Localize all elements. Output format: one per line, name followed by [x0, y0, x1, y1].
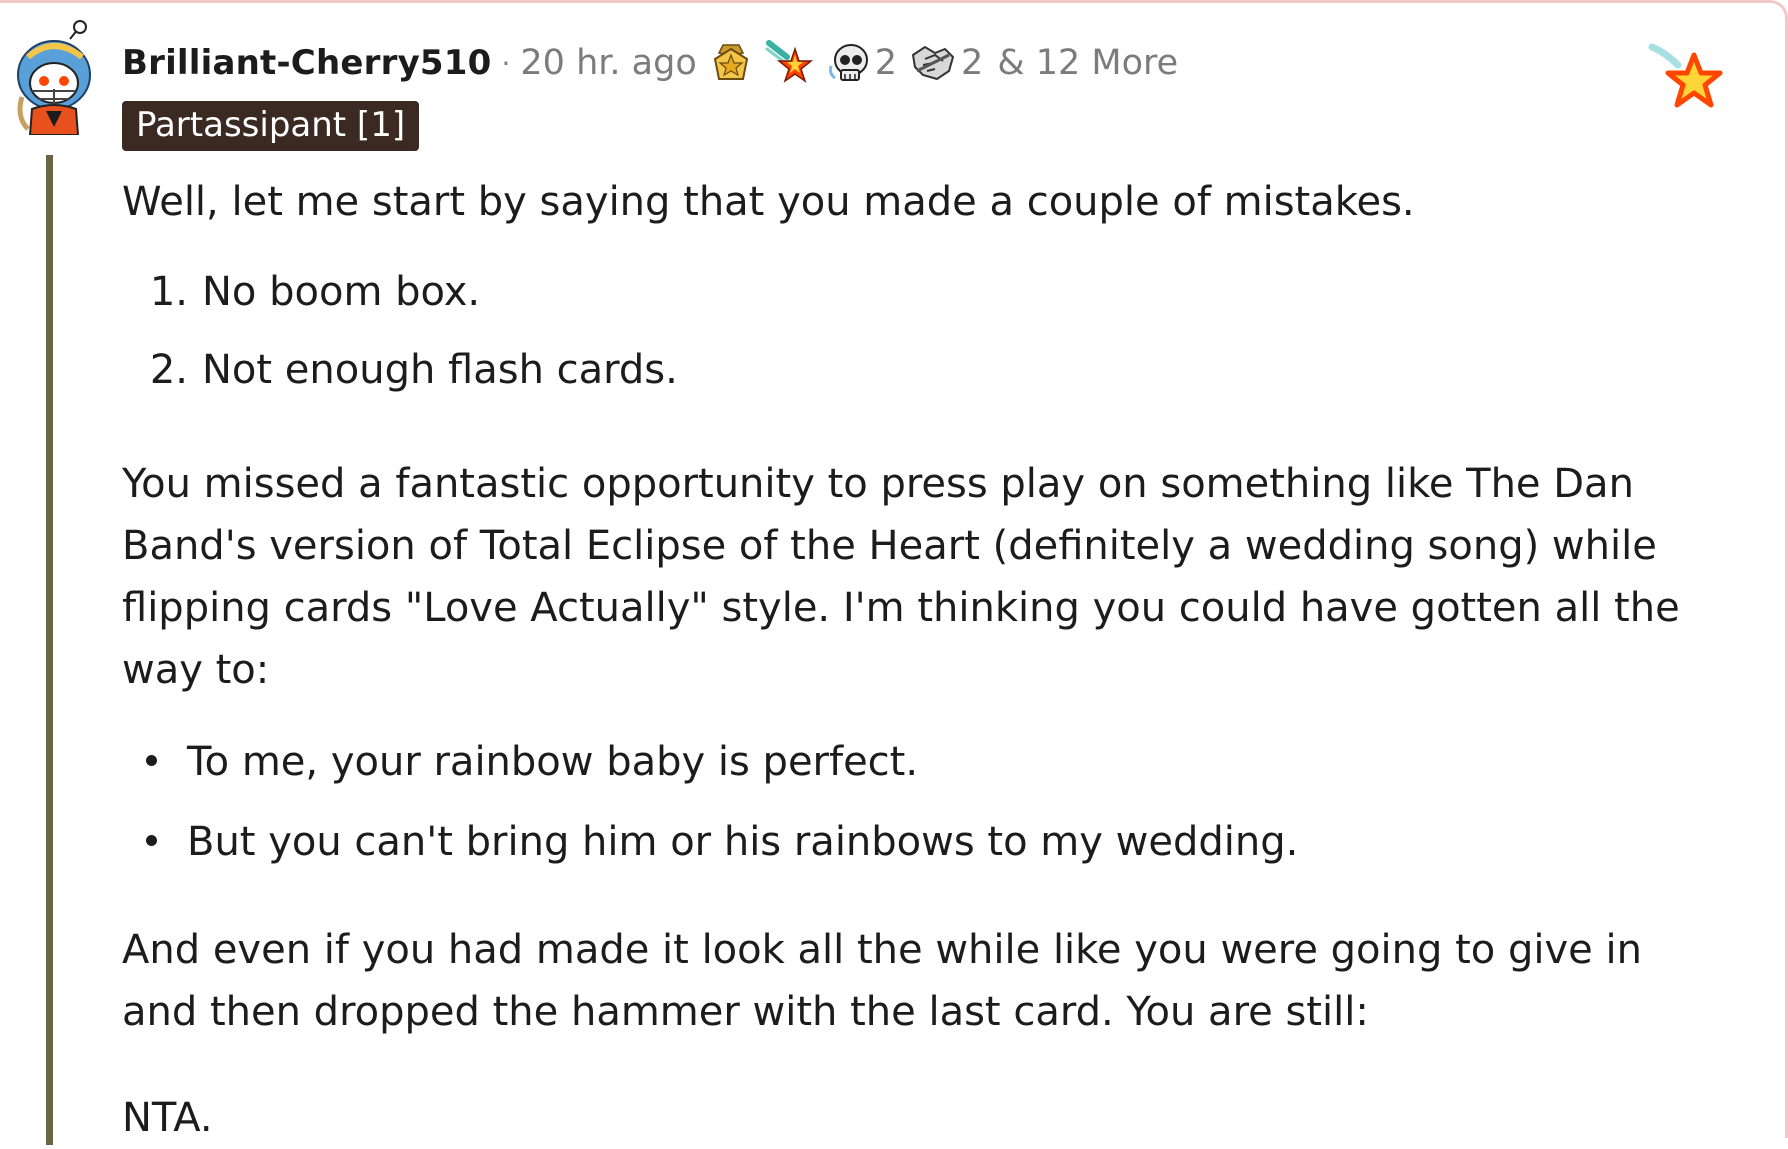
bullet-icon — [146, 754, 157, 766]
comment-header: Brilliant-Cherry510 · 20 hr. ago 2 2 & 1… — [122, 33, 1178, 93]
list-item-text: But you can't bring him or his rainbows … — [187, 819, 1299, 865]
ordered-list: 1. No boom box. 2. Not enough flash cards. — [122, 261, 678, 417]
verdict-text: NTA. — [122, 1095, 213, 1141]
give-award-button[interactable] — [1648, 43, 1728, 115]
comment-card: Brilliant-Cherry510 · 20 hr. ago 2 2 & 1… — [0, 0, 1788, 1145]
list-number: 1. — [149, 269, 188, 315]
comment-timestamp[interactable]: 20 hr. ago — [520, 43, 696, 83]
award-skull[interactable]: 2 — [827, 40, 897, 86]
award-count: 2 — [961, 43, 984, 83]
bullet-list: To me, your rainbow baby is perfect. But… — [122, 731, 1298, 891]
list-number: 2. — [149, 347, 188, 393]
list-item: To me, your rainbow baby is perfect. — [122, 731, 1298, 811]
award-handshake[interactable]: 2 — [909, 41, 983, 85]
list-item: But you can't bring him or his rainbows … — [122, 811, 1298, 891]
bullet-icon — [146, 834, 157, 846]
comment-paragraph: You missed a fantastic opportunity to pr… — [122, 461, 1680, 693]
award-count: 2 — [874, 43, 898, 83]
avatar-icon — [17, 20, 91, 136]
handshake-icon — [911, 45, 955, 81]
star-icon — [1648, 43, 1723, 108]
more-awards-link[interactable]: & 12 More — [997, 43, 1178, 83]
list-item: 1. No boom box. — [122, 261, 678, 339]
list-item-text: To me, your rainbow baby is perfect. — [187, 739, 919, 785]
skull-icon — [828, 44, 868, 81]
meta-separator: · — [501, 46, 511, 80]
list-item-text: Not enough flash cards. — [202, 347, 678, 393]
list-item-text: No boom box. — [202, 269, 481, 315]
gold-badge-icon — [713, 44, 748, 80]
user-flair: Partassipant [1] — [122, 101, 420, 151]
thread-collapse-line[interactable] — [46, 155, 53, 1145]
award-rocket-star[interactable] — [765, 39, 815, 87]
user-avatar[interactable] — [8, 17, 100, 136]
list-item: 2. Not enough flash cards. — [122, 339, 678, 417]
username-link[interactable]: Brilliant-Cherry510 — [122, 43, 492, 83]
rocket-star-icon — [765, 40, 813, 83]
award-gold-badge[interactable] — [709, 41, 753, 85]
comment-paragraph: And even if you had made it look all the… — [122, 927, 1642, 1035]
comment-paragraph: Well, let me start by saying that you ma… — [122, 179, 1415, 225]
